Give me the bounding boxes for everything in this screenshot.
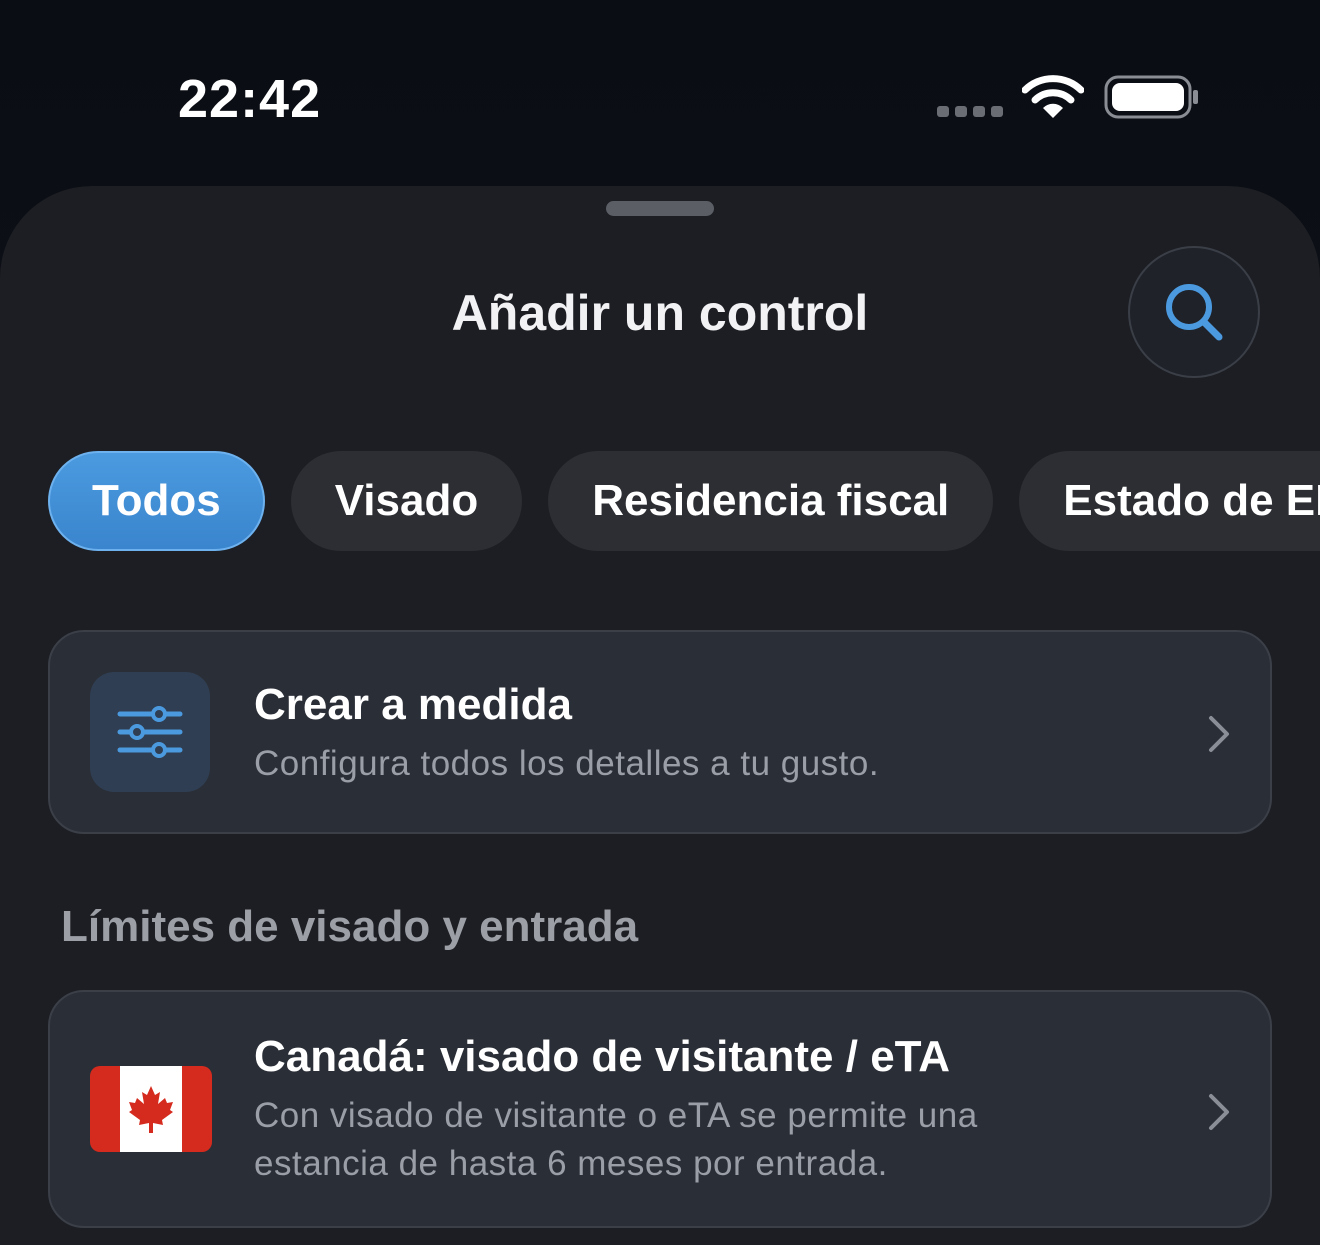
custom-card-description: Configura todos los detalles a tu gusto.: [254, 744, 880, 783]
sheet-grabber[interactable]: [606, 201, 714, 216]
chevron-right-icon: [1209, 716, 1229, 752]
chip-todos[interactable]: Todos: [48, 451, 265, 551]
sheet-title: Añadir un control: [451, 285, 869, 341]
chip-residencia-fiscal[interactable]: Residencia fiscal: [548, 451, 994, 551]
chip-estado-de-ee[interactable]: Estado de EE: [1019, 451, 1320, 551]
item-description-line2: estancia de hasta 6 meses por entrada.: [254, 1144, 888, 1183]
section-label: Límites de visado y entrada: [61, 902, 639, 951]
wifi-icon: [1022, 75, 1084, 118]
add-control-sheet: Añadir un control Todos Visado Residenci…: [0, 186, 1320, 1245]
create-custom-card[interactable]: Crear a medida Configura todos los detal…: [48, 630, 1272, 834]
screen: 22:42 Añadir un control Todos Visado Res…: [0, 0, 1320, 1245]
list-item[interactable]: Canadá: visado de visitante / eTA Con vi…: [48, 990, 1272, 1228]
custom-card-title: Crear a medida: [254, 680, 572, 729]
chevron-right-icon: [1209, 1094, 1229, 1130]
status-time: 22:42: [178, 69, 322, 129]
battery-icon: [1104, 75, 1198, 119]
item-description-line1: Con visado de visitante o eTA se permite…: [254, 1096, 978, 1135]
sliders-icon: [90, 672, 210, 792]
search-icon: [1166, 284, 1223, 341]
item-title: Canadá: visado de visitante / eTA: [254, 1032, 951, 1081]
cellular-signal-icon: [937, 106, 1003, 117]
chip-visado[interactable]: Visado: [290, 451, 523, 551]
filter-chips: Todos Visado Residencia fiscal Estado de…: [48, 451, 1320, 551]
search-button[interactable]: [1128, 246, 1260, 378]
canada-flag-icon: [90, 1066, 212, 1152]
